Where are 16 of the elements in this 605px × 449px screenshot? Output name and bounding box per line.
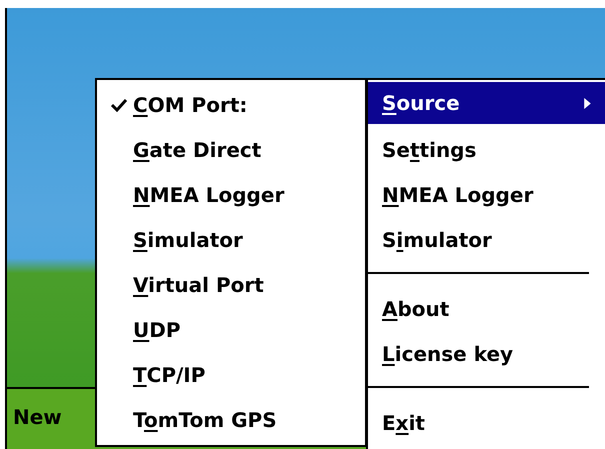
menu-item[interactable]: NMEA Logger (368, 172, 605, 217)
menu-item[interactable]: TomTom GPS (133, 408, 277, 432)
menu-item[interactable]: Virtual Port (133, 272, 264, 296)
menu-item[interactable]: Source (368, 82, 605, 124)
menu-item[interactable]: UDP (133, 318, 181, 342)
menu-item[interactable]: About (368, 286, 605, 331)
menu-item[interactable]: COM Port: (133, 92, 248, 116)
new-softkey[interactable]: New (7, 405, 68, 429)
menu-item[interactable]: Simulator (133, 228, 243, 252)
menu-item[interactable]: TCP/IP (133, 362, 206, 386)
menu-item[interactable]: Settings (368, 127, 605, 172)
menu-item[interactable]: Exit (368, 400, 605, 445)
menu-item[interactable]: License key (368, 331, 605, 376)
menu-item[interactable]: Simulator (368, 217, 605, 262)
menu-item[interactable]: NMEA Logger (133, 182, 284, 206)
menu-item[interactable]: Gate Direct (133, 138, 262, 162)
